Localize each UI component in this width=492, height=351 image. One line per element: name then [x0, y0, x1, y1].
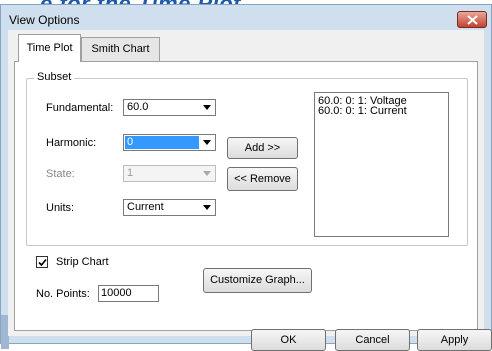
chevron-down-icon[interactable] [199, 200, 215, 215]
strip-chart-label: Strip Chart [56, 256, 109, 268]
fundamental-dropdown[interactable]: 60.0 [123, 99, 216, 116]
chevron-down-icon [199, 166, 215, 181]
checkmark-icon [38, 258, 47, 267]
selected-series-list[interactable]: 60.0: 0: 1: Voltage 60.0: 0: 1: Current [314, 92, 449, 237]
customize-graph-button[interactable]: Customize Graph... [203, 268, 312, 293]
strip-chart-checkbox[interactable] [36, 256, 48, 268]
fundamental-value: 60.0 [127, 101, 149, 113]
close-icon [467, 15, 478, 25]
harmonic-dropdown[interactable]: 0 [123, 134, 216, 151]
units-value: Current [127, 201, 164, 213]
subset-group-label: Subset [34, 71, 75, 83]
harmonic-value: 0 [125, 136, 199, 149]
state-dropdown: 1 [123, 165, 216, 182]
points-input[interactable]: 10000 [98, 285, 159, 302]
tab-smith-chart[interactable]: Smith Chart [81, 37, 160, 61]
remove-button[interactable]: << Remove [227, 167, 298, 191]
points-label: No. Points: [36, 288, 90, 300]
state-label: State: [46, 168, 75, 180]
fundamental-label: Fundamental: [46, 102, 114, 114]
chevron-down-icon[interactable] [199, 100, 215, 115]
cancel-button[interactable]: Cancel [335, 329, 410, 351]
units-label: Units: [46, 202, 75, 214]
window-title: View Options [9, 13, 80, 27]
tab-time-plot[interactable]: Time Plot [18, 34, 81, 62]
chevron-down-icon[interactable] [199, 135, 215, 150]
add-button[interactable]: Add >> [227, 137, 298, 159]
tab-smith-chart-label: Smith Chart [91, 43, 150, 55]
tab-time-plot-label: Time Plot [26, 42, 73, 54]
ok-button[interactable]: OK [251, 329, 326, 351]
state-value: 1 [127, 167, 134, 179]
units-dropdown[interactable]: Current [123, 199, 216, 216]
list-item[interactable]: 60.0: 0: 1: Current [318, 106, 407, 117]
close-button[interactable] [457, 11, 487, 28]
harmonic-label: Harmonic: [46, 137, 97, 149]
apply-button[interactable]: Apply [417, 329, 492, 351]
